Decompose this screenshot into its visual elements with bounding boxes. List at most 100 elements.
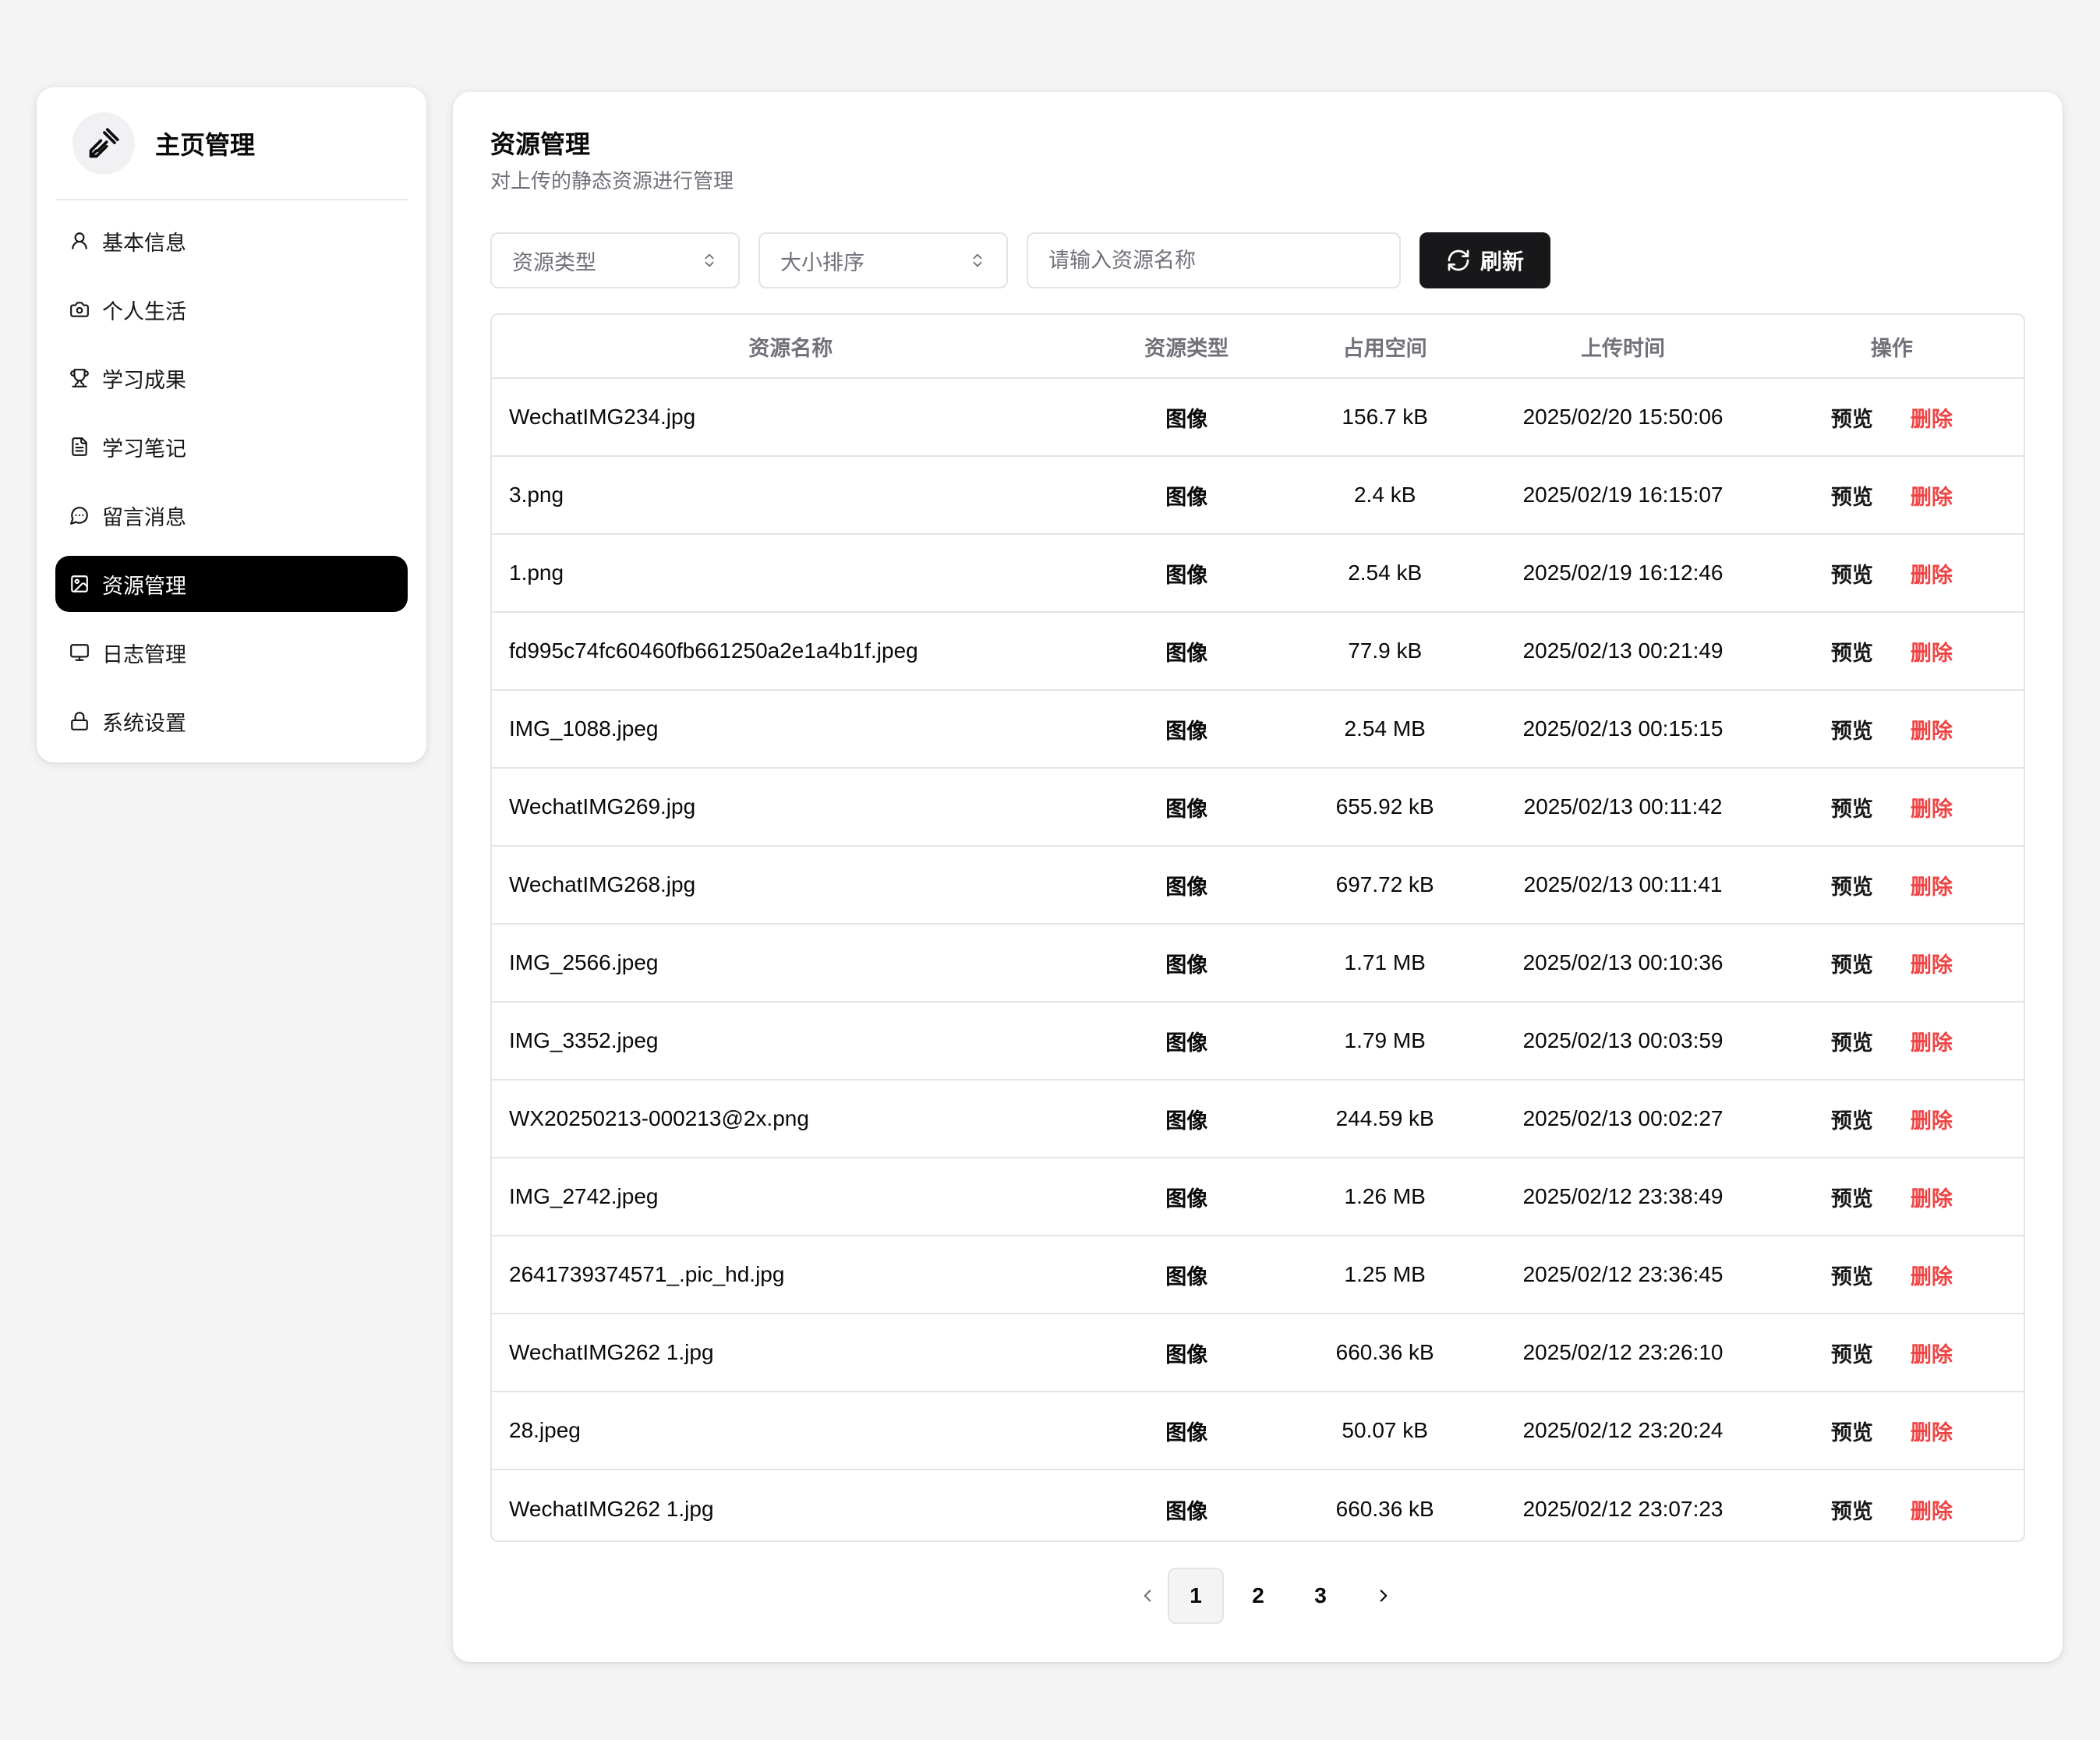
delete-button[interactable]: 删除 <box>1911 714 1953 744</box>
row-actions: 预览 删除 <box>1760 636 2024 667</box>
preview-button[interactable]: 预览 <box>1831 870 1873 900</box>
delete-button[interactable]: 删除 <box>1911 1182 1953 1212</box>
sidebar-item-achievements[interactable]: 学习成果 <box>55 350 408 406</box>
row-actions: 预览 删除 <box>1760 1104 2024 1134</box>
sidebar-item-logs[interactable]: 日志管理 <box>55 624 408 681</box>
row-actions: 预览 删除 <box>1760 480 2024 511</box>
delete-button[interactable]: 删除 <box>1911 870 1953 900</box>
size-sort-select[interactable]: 大小排序 <box>758 232 1008 288</box>
upload-time: 2025/02/19 16:12:46 <box>1522 561 1723 585</box>
table-row: 2641739374571_.pic_hd.jpg 图像 1.25 MB 2025/0… <box>492 1236 2024 1314</box>
resource-type: 图像 <box>1165 875 1208 899</box>
sidebar-item-basic-info[interactable]: 基本信息 <box>55 213 408 269</box>
preview-button[interactable]: 预览 <box>1831 792 1873 822</box>
table-row: IMG_1088.jpeg 图像 2.54 MB 2025/02/13 00:15:1… <box>492 691 2024 769</box>
column-header-actions: 操作 <box>1870 336 1913 360</box>
page-button-2[interactable]: 2 <box>1230 1568 1286 1624</box>
sidebar-item-settings[interactable]: 系统设置 <box>55 693 408 749</box>
resource-type-select-value: 资源类型 <box>512 250 596 274</box>
row-actions: 预览 删除 <box>1760 1260 2024 1290</box>
resource-size: 50.07 kB <box>1342 1418 1428 1442</box>
resource-name: 2641739374571_.pic_hd.jpg <box>509 1262 785 1286</box>
resources-table: 资源名称 资源类型 占用空间 上传时间 操作 WechatIMG234.jpg 图… <box>490 313 2025 1542</box>
delete-button[interactable]: 删除 <box>1911 1026 1953 1056</box>
row-actions: 预览 删除 <box>1760 1182 2024 1212</box>
preview-button[interactable]: 预览 <box>1831 1104 1873 1134</box>
preview-button[interactable]: 预览 <box>1831 480 1873 511</box>
resource-name: WechatIMG268.jpg <box>509 872 696 897</box>
upload-time: 2025/02/19 16:15:07 <box>1522 483 1723 507</box>
next-page-button[interactable] <box>1356 1568 1412 1624</box>
resource-type: 图像 <box>1165 641 1208 665</box>
preview-button[interactable]: 预览 <box>1831 1416 1873 1446</box>
row-actions: 预览 删除 <box>1760 948 2024 978</box>
resource-name: IMG_3352.jpeg <box>509 1028 659 1052</box>
table-row: 3.png 图像 2.4 kB 2025/02/19 16:15:07 预览 删除 <box>492 457 2024 535</box>
delete-button[interactable]: 删除 <box>1911 558 1953 589</box>
delete-button[interactable]: 删除 <box>1911 480 1953 511</box>
main-card: 资源管理 对上传的静态资源进行管理 资源类型 大小排序 刷新 资源名称 资源类型… <box>453 92 2063 1662</box>
preview-button[interactable]: 预览 <box>1831 402 1873 433</box>
delete-button[interactable]: 删除 <box>1911 1338 1953 1368</box>
row-actions: 预览 删除 <box>1760 558 2024 589</box>
delete-button[interactable]: 删除 <box>1911 636 1953 667</box>
resource-type: 图像 <box>1165 1342 1208 1367</box>
upload-time: 2025/02/13 00:21:49 <box>1522 638 1723 663</box>
camera-icon <box>68 298 91 321</box>
resource-name: fd995c74fc60460fb661250a2e1a4b1f.jpeg <box>509 638 918 663</box>
column-header-size: 占用空间 <box>1342 336 1427 360</box>
resource-type-select[interactable]: 资源类型 <box>490 232 740 288</box>
delete-button[interactable]: 删除 <box>1911 1416 1953 1446</box>
table-header: 资源名称 资源类型 占用空间 上传时间 操作 <box>492 315 2024 379</box>
lock-icon <box>68 709 91 733</box>
table-row: 1.png 图像 2.54 kB 2025/02/19 16:12:46 预览 删除 <box>492 535 2024 613</box>
page-button-1[interactable]: 1 <box>1168 1568 1224 1624</box>
message-circle-icon <box>68 504 91 527</box>
preview-button[interactable]: 预览 <box>1831 1026 1873 1056</box>
sidebar-item-resources[interactable]: 资源管理 <box>55 556 408 612</box>
resource-type: 图像 <box>1165 1499 1208 1523</box>
sidebar: 主页管理 基本信息 个人生活 学习成果 学习笔记 留言消息 资源管理 日志管理 … <box>37 87 426 762</box>
refresh-button[interactable]: 刷新 <box>1419 232 1550 288</box>
resource-size: 660.36 kB <box>1335 1340 1434 1364</box>
refresh-icon <box>1446 248 1471 273</box>
sidebar-item-personal-life[interactable]: 个人生活 <box>55 281 408 338</box>
delete-button[interactable]: 删除 <box>1911 1104 1953 1134</box>
sidebar-item-label: 基本信息 <box>102 231 186 255</box>
sidebar-nav: 基本信息 个人生活 学习成果 学习笔记 留言消息 资源管理 日志管理 系统设置 <box>55 213 408 749</box>
resource-name: 3.png <box>509 483 564 507</box>
resource-size: 1.26 MB <box>1344 1184 1426 1208</box>
resource-name: WX20250213-000213@2x.png <box>509 1106 809 1130</box>
page-title: 资源管理 <box>490 130 591 158</box>
image-icon <box>68 572 91 596</box>
preview-button[interactable]: 预览 <box>1831 1338 1873 1368</box>
row-actions: 预览 删除 <box>1760 1338 2024 1368</box>
preview-button[interactable]: 预览 <box>1831 558 1873 589</box>
table-body: WechatIMG234.jpg 图像 156.7 kB 2025/02/20 15:… <box>492 379 2024 1540</box>
delete-button[interactable]: 删除 <box>1911 948 1953 978</box>
delete-button[interactable]: 删除 <box>1911 1260 1953 1290</box>
delete-button[interactable]: 删除 <box>1911 792 1953 822</box>
sidebar-item-label: 系统设置 <box>102 711 186 735</box>
page-button-3[interactable]: 3 <box>1292 1568 1349 1624</box>
delete-button[interactable]: 删除 <box>1911 402 1953 433</box>
preview-button[interactable]: 预览 <box>1831 1182 1873 1212</box>
sidebar-item-messages[interactable]: 留言消息 <box>55 487 408 543</box>
preview-button[interactable]: 预览 <box>1831 636 1873 667</box>
row-actions: 预览 删除 <box>1760 792 2024 822</box>
upload-time: 2025/02/20 15:50:06 <box>1522 405 1723 429</box>
preview-button[interactable]: 预览 <box>1831 948 1873 978</box>
resource-name-search-input[interactable] <box>1027 232 1401 288</box>
resource-name: IMG_1088.jpeg <box>509 716 659 741</box>
delete-button[interactable]: 删除 <box>1911 1494 1953 1525</box>
preview-button[interactable]: 预览 <box>1831 1260 1873 1290</box>
upload-time: 2025/02/12 23:26:10 <box>1522 1340 1723 1364</box>
table-row: WechatIMG268.jpg 图像 697.72 kB 2025/02/13 00… <box>492 847 2024 925</box>
resource-type: 图像 <box>1165 1264 1208 1289</box>
sidebar-item-notes[interactable]: 学习笔记 <box>55 419 408 475</box>
resource-size: 2.4 kB <box>1353 483 1416 507</box>
preview-button[interactable]: 预览 <box>1831 714 1873 744</box>
upload-time: 2025/02/12 23:20:24 <box>1522 1418 1723 1442</box>
preview-button[interactable]: 预览 <box>1831 1494 1873 1525</box>
resource-name: IMG_2742.jpeg <box>509 1184 659 1208</box>
